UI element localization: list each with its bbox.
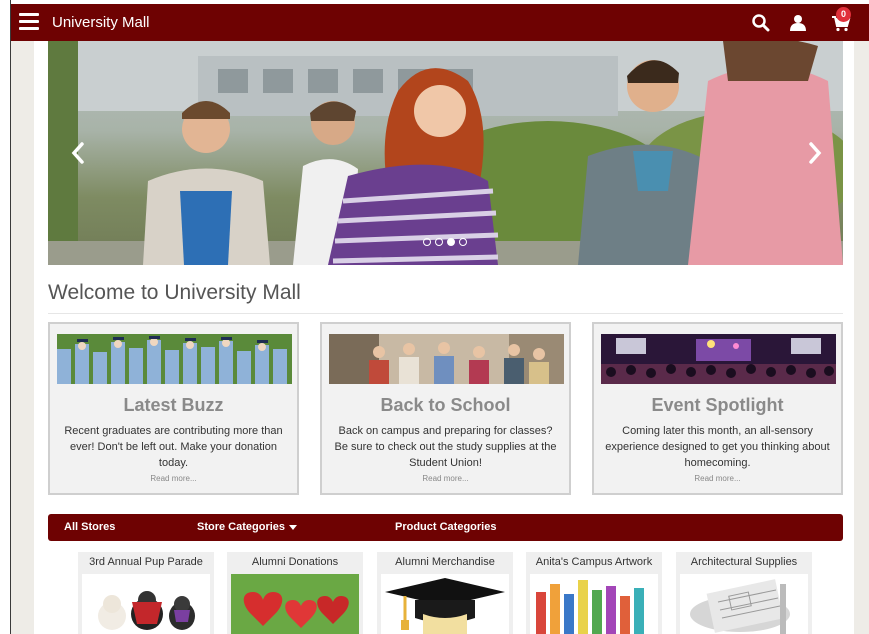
store-tile[interactable]: 3rd Annual Pup Parade (78, 552, 214, 634)
user-icon[interactable] (788, 13, 808, 33)
store-name[interactable]: Alumni Donations (227, 556, 363, 568)
top-navbar: University Mall (11, 4, 869, 41)
store-tile[interactable]: Alumni Merchandise (377, 552, 513, 634)
hero-image (48, 41, 843, 265)
store-name[interactable]: Alumni Merchandise (377, 556, 513, 568)
nav-store-categories[interactable]: Store Categories (197, 521, 298, 533)
read-more-link[interactable]: Read more... (322, 474, 569, 483)
read-more-link[interactable]: Read more... (50, 474, 297, 483)
cart-count-badge: 0 (836, 7, 851, 22)
title-divider (48, 313, 843, 314)
carousel-next-icon[interactable] (803, 138, 827, 168)
card-title[interactable]: Back to School (322, 395, 569, 416)
hero-carousel[interactable] (48, 41, 843, 265)
store-tile[interactable]: Anita's Campus Artwork (526, 552, 662, 634)
graduation-image (57, 334, 292, 384)
read-more-link[interactable]: Read more... (594, 474, 841, 483)
card-title[interactable]: Event Spotlight (594, 395, 841, 416)
carousel-dot[interactable] (423, 238, 431, 246)
store-name[interactable]: 3rd Annual Pup Parade (78, 556, 214, 568)
feature-card-latest-buzz[interactable]: Latest Buzz Recent graduates are contrib… (48, 322, 299, 495)
store-tile[interactable]: Architectural Supplies (676, 552, 812, 634)
nav-all-stores[interactable]: All Stores (64, 521, 115, 533)
carousel-dot-active[interactable] (447, 238, 455, 246)
card-description: Back on campus and preparing for classes… (334, 425, 557, 469)
nav-product-categories[interactable]: Product Categories (395, 521, 496, 533)
blueprints-image (680, 574, 808, 634)
concert-image (601, 334, 836, 384)
hearts-image (231, 574, 359, 634)
card-title[interactable]: Latest Buzz (50, 395, 297, 416)
search-icon[interactable] (751, 13, 771, 33)
carousel-indicators (423, 238, 467, 246)
window-left-edge (0, 0, 10, 634)
card-description: Recent graduates are contributing more t… (64, 425, 283, 469)
nav-store-categories-label: Store Categories (197, 521, 286, 533)
students-image (329, 334, 564, 384)
feature-card-back-to-school[interactable]: Back to School Back on campus and prepar… (320, 322, 571, 495)
carousel-dot[interactable] (435, 238, 443, 246)
paintbrushes-image (530, 574, 658, 634)
page-title: Welcome to University Mall (48, 281, 301, 304)
carousel-dot[interactable] (459, 238, 467, 246)
stores-nav-bar: All Stores Store Categories Product Cate… (48, 514, 843, 541)
store-tile[interactable]: Alumni Donations (227, 552, 363, 634)
dogs-image (82, 574, 210, 634)
store-name[interactable]: Anita's Campus Artwork (526, 556, 662, 568)
menu-icon[interactable] (19, 13, 39, 31)
brand-title[interactable]: University Mall (52, 14, 150, 31)
caret-down-icon (289, 524, 298, 530)
graduation-cap-image (381, 574, 509, 634)
feature-card-event-spotlight[interactable]: Event Spotlight Coming later this month,… (592, 322, 843, 495)
carousel-prev-icon[interactable] (66, 138, 90, 168)
card-description: Coming later this month, an all-sensory … (605, 425, 830, 469)
store-name[interactable]: Architectural Supplies (676, 556, 812, 568)
